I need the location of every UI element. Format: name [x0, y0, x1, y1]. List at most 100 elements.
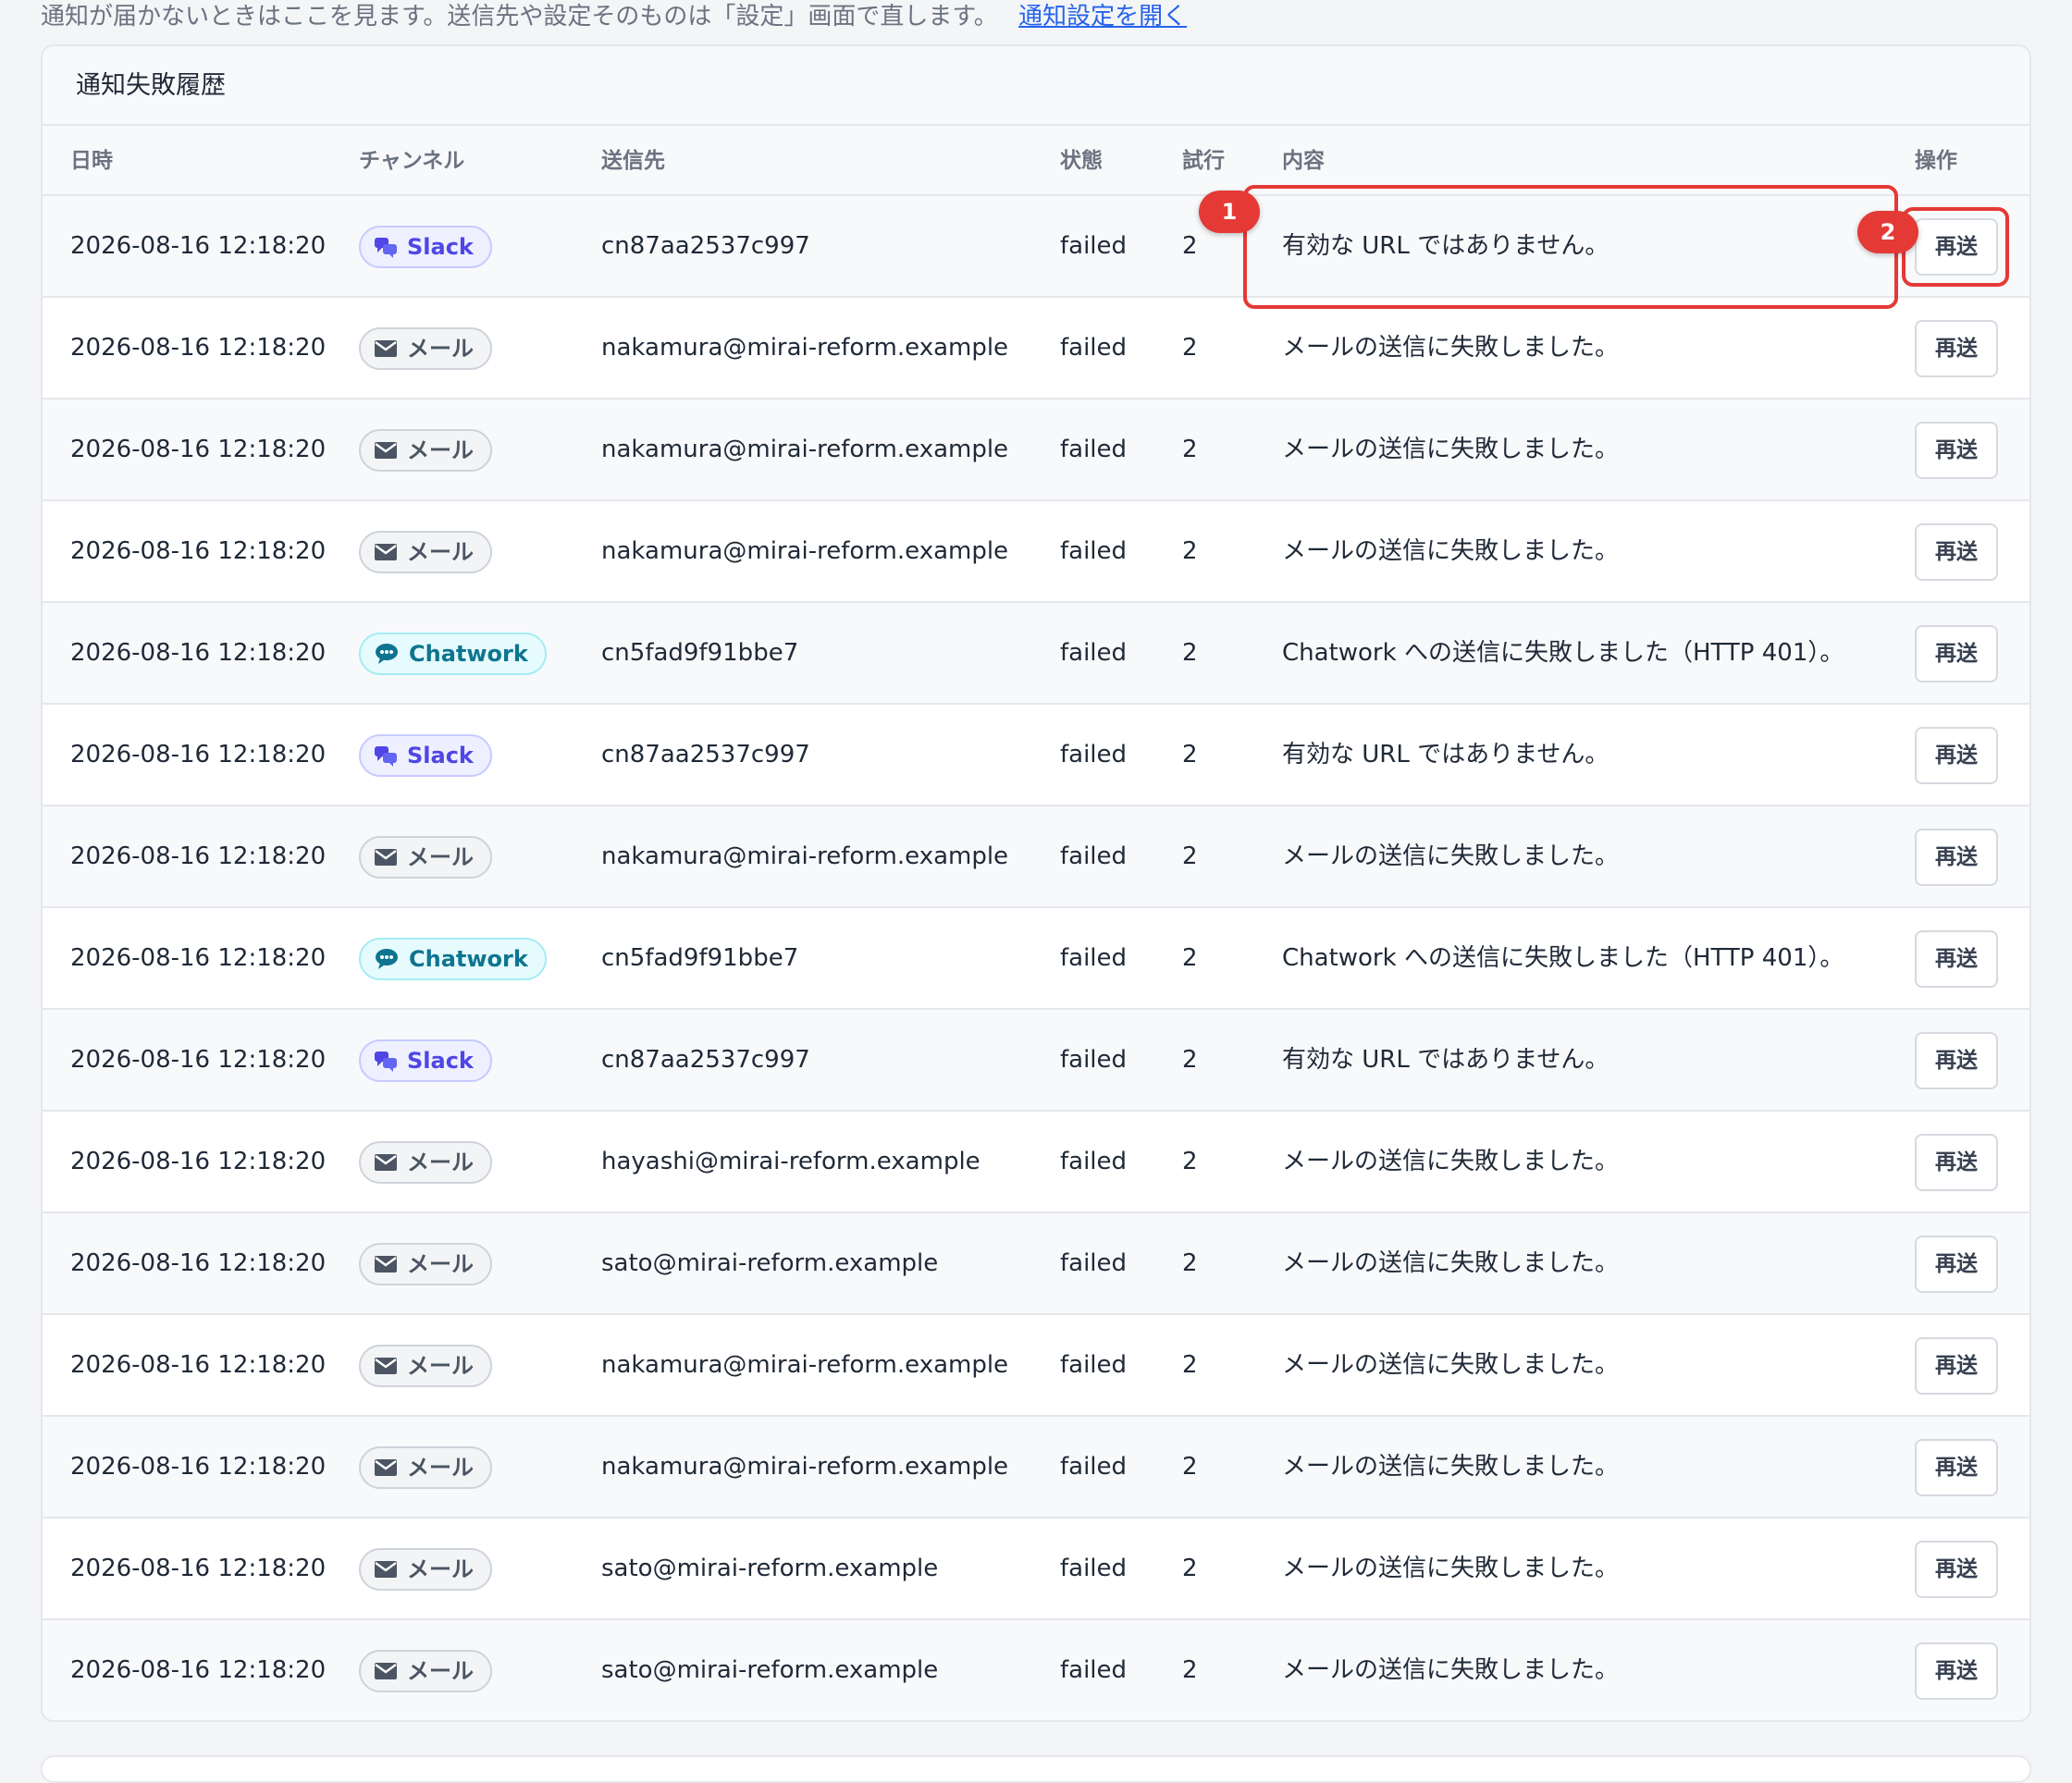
- mail-icon: [374, 1457, 398, 1478]
- cell-attempts: 2: [1182, 334, 1198, 362]
- cell-status: failed: [1060, 944, 1128, 972]
- cell-recipient: hayashi@mirai-reform.example: [601, 1148, 980, 1175]
- channel-label: Slack: [407, 743, 474, 769]
- cell-status: failed: [1060, 537, 1128, 565]
- channel-badge-mail: メール: [359, 327, 492, 370]
- cell-content: 有効な URL ではありません。: [1282, 1046, 1610, 1074]
- channel-badge-mail: メール: [359, 1141, 492, 1184]
- cell-content: メールの送信に失敗しました。: [1282, 436, 1620, 463]
- channel-label: Chatwork: [409, 641, 528, 667]
- resend-button[interactable]: 再送: [1915, 1642, 1998, 1700]
- cell-recipient: nakamura@mirai-reform.example: [601, 1351, 1009, 1379]
- channel-badge-chatwork: Chatwork: [359, 633, 547, 675]
- cell-datetime: 2026-08-16 12:18:20: [70, 232, 327, 260]
- cell-status: failed: [1060, 334, 1128, 362]
- resend-button[interactable]: 再送: [1915, 829, 1998, 886]
- cell-attempts: 2: [1182, 1148, 1198, 1175]
- cell-attempts: 2: [1182, 1351, 1198, 1379]
- cell-recipient: cn5fad9f91bbe7: [601, 944, 799, 972]
- resend-button[interactable]: 再送: [1915, 422, 1998, 479]
- table-row: 2026-08-16 12:18:20 メール sato@mirai-reform.…: [43, 1519, 2029, 1620]
- cell-datetime: 2026-08-16 12:18:20: [70, 741, 327, 769]
- cell-datetime: 2026-08-16 12:18:20: [70, 1555, 327, 1582]
- table-row: 2026-08-16 12:18:20 メール nakamura@mirai-ref…: [43, 1315, 2029, 1417]
- cell-attempts: 2: [1182, 639, 1198, 667]
- cell-attempts: 2: [1182, 1656, 1198, 1684]
- resend-button[interactable]: 再送: [1915, 1337, 1998, 1395]
- mail-icon: [374, 440, 398, 461]
- col-action: 操作: [1915, 149, 1957, 173]
- table-row: 2026-08-16 12:18:20 メール nakamura@mirai-ref…: [43, 298, 2029, 400]
- cell-recipient: cn87aa2537c997: [601, 232, 810, 260]
- cell-datetime: 2026-08-16 12:18:20: [70, 1453, 327, 1481]
- channel-label: メール: [407, 1455, 474, 1481]
- resend-button[interactable]: 再送: [1915, 1032, 1998, 1089]
- channel-badge-slack: Slack: [359, 734, 492, 777]
- cell-status: failed: [1060, 232, 1128, 260]
- mail-icon: [374, 1254, 398, 1274]
- resend-button[interactable]: 再送: [1915, 625, 1998, 682]
- cell-datetime: 2026-08-16 12:18:20: [70, 842, 327, 870]
- cell-content: メールの送信に失敗しました。: [1282, 334, 1620, 362]
- table-row: 2026-08-16 12:18:20 メール nakamura@mirai-ref…: [43, 400, 2029, 501]
- table-row: 2026-08-16 12:18:20 メール nakamura@mirai-ref…: [43, 1417, 2029, 1519]
- channel-label: メール: [407, 844, 474, 870]
- resend-button[interactable]: 再送: [1915, 1541, 1998, 1598]
- channel-label: メール: [407, 1556, 474, 1582]
- cell-datetime: 2026-08-16 12:18:20: [70, 639, 327, 667]
- cell-attempts: 2: [1182, 1046, 1198, 1074]
- channel-label: メール: [407, 1353, 474, 1379]
- resend-button[interactable]: 再送: [1915, 1134, 1998, 1191]
- notification-settings-link[interactable]: 通知設定を開く: [1018, 3, 1187, 31]
- resend-button[interactable]: 再送: [1915, 1236, 1998, 1293]
- cell-datetime: 2026-08-16 12:18:20: [70, 436, 327, 463]
- channel-label: メール: [407, 539, 474, 565]
- cell-status: failed: [1060, 1148, 1128, 1175]
- intro-text: 通知が届かないときはここを見ます。送信先や設定そのものは「設定」画面で直します。…: [41, 0, 1187, 33]
- cell-content: 有効な URL ではありません。: [1282, 741, 1610, 769]
- chatwork-icon: [374, 947, 400, 971]
- cell-recipient: cn87aa2537c997: [601, 741, 810, 769]
- cell-content: メールの送信に失敗しました。: [1282, 1148, 1620, 1175]
- channel-badge-mail: メール: [359, 429, 492, 472]
- col-status: 状態: [1060, 149, 1103, 173]
- next-card-edge: [41, 1755, 2031, 1783]
- mail-icon: [374, 542, 398, 562]
- cell-recipient: cn87aa2537c997: [601, 1046, 810, 1074]
- cell-attempts: 2: [1182, 436, 1198, 463]
- cell-status: failed: [1060, 436, 1128, 463]
- cell-status: failed: [1060, 1046, 1128, 1074]
- table-row: 2026-08-16 12:18:20 Chatwork cn5fad9f91bbe…: [43, 603, 2029, 705]
- channel-badge-slack: Slack: [359, 1039, 492, 1082]
- channel-badge-mail: メール: [359, 531, 492, 573]
- cell-datetime: 2026-08-16 12:18:20: [70, 334, 327, 362]
- col-datetime: 日時: [70, 149, 113, 173]
- mail-icon: [374, 1559, 398, 1580]
- channel-badge-mail: メール: [359, 1345, 492, 1387]
- resend-button[interactable]: 再送: [1915, 523, 1998, 581]
- col-recipient: 送信先: [601, 149, 665, 173]
- cell-status: failed: [1060, 1656, 1128, 1684]
- cell-status: failed: [1060, 741, 1128, 769]
- cell-status: failed: [1060, 1249, 1128, 1277]
- cell-datetime: 2026-08-16 12:18:20: [70, 1046, 327, 1074]
- channel-badge-mail: メール: [359, 1548, 492, 1591]
- resend-button[interactable]: 再送: [1915, 218, 1998, 276]
- table-row: 2026-08-16 12:18:20 Slack cn87aa2537c997 fa…: [43, 1010, 2029, 1112]
- channel-badge-mail: メール: [359, 1243, 492, 1285]
- channel-badge-mail: メール: [359, 1650, 492, 1692]
- resend-button[interactable]: 再送: [1915, 1439, 1998, 1496]
- mail-icon: [374, 1356, 398, 1376]
- table-body: 2026-08-16 12:18:20 Slack cn87aa2537c997 fa…: [43, 196, 2029, 1720]
- cell-content: メールの送信に失敗しました。: [1282, 1453, 1620, 1481]
- table-row: 2026-08-16 12:18:20 Chatwork cn5fad9f91bbe…: [43, 908, 2029, 1010]
- cell-attempts: 2: [1182, 944, 1198, 972]
- cell-status: failed: [1060, 639, 1128, 667]
- cell-recipient: nakamura@mirai-reform.example: [601, 334, 1009, 362]
- cell-recipient: sato@mirai-reform.example: [601, 1656, 939, 1684]
- resend-button[interactable]: 再送: [1915, 727, 1998, 784]
- resend-button[interactable]: 再送: [1915, 930, 1998, 988]
- table-row: 2026-08-16 12:18:20 Slack cn87aa2537c997 fa…: [43, 196, 2029, 298]
- resend-button[interactable]: 再送: [1915, 320, 1998, 377]
- channel-badge-slack: Slack: [359, 226, 492, 268]
